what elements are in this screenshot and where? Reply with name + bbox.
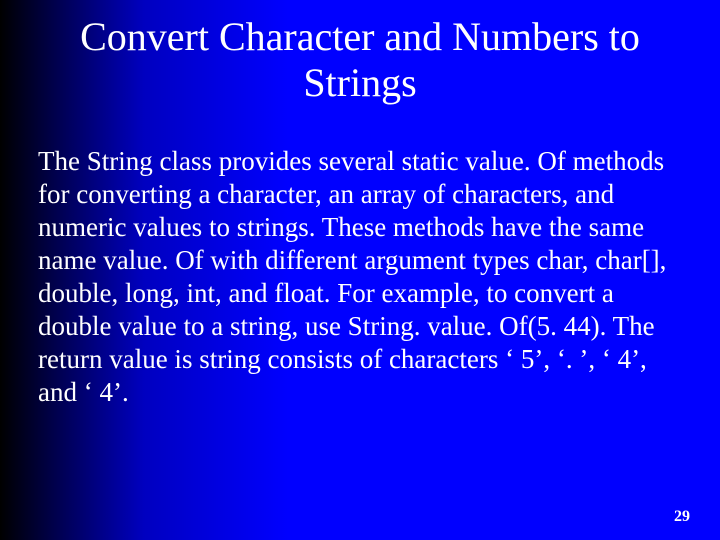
slide: Convert Character and Numbers to Strings… — [0, 0, 720, 540]
page-number: 29 — [674, 508, 690, 526]
slide-title: Convert Character and Numbers to Strings — [0, 14, 720, 106]
slide-body-text: The String class provides several static… — [38, 145, 690, 409]
